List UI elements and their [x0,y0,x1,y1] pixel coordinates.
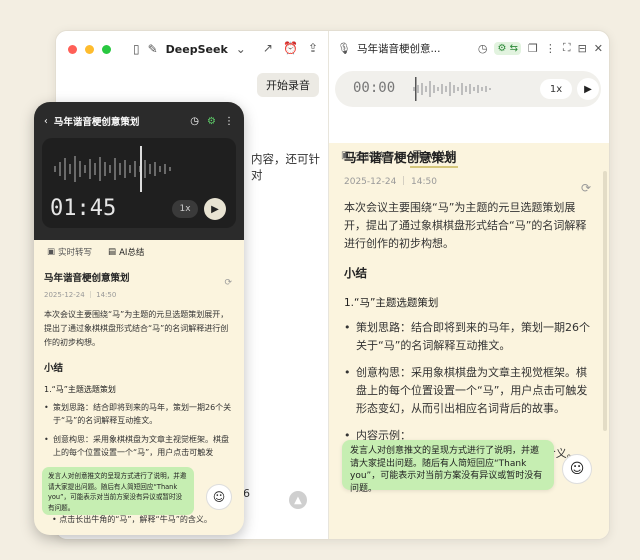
back-icon[interactable]: ‹ [44,116,48,127]
transcript-icon: ▣ [47,247,56,257]
phone-screen: ‹ 马年谐音梗创意策划 ◷ ⚙ ⋮ 01:45 1x ▶ ▣ 实时转写 ▤ AI… [34,102,244,535]
more-icon[interactable]: ⋮ [224,116,234,127]
assistant-avatar-icon[interactable]: ☺ [562,454,592,484]
speaker-summary-tooltip: 发言人对创意推文的呈现方式进行了说明，并邀请大家提出问题。随后有人简短回应“Th… [342,440,554,494]
list-item: 创意构思：采用象棋棋盘为文章主视觉框架。棋盘上的每个位置设置一个“马”，用户点击… [44,433,234,459]
phone-player: 01:45 1x ▶ [42,138,236,228]
list-item: 创意构思：采用象棋棋盘为文章主视觉框架。棋盘上的每个位置设置一个“马”，用户点击… [344,364,596,418]
new-chat-icon[interactable]: ✎ [148,42,158,56]
recording-actions: ◷ ⚙ ⇆ ❐ ⋮ ⛶ ⊟ ✕ [478,41,603,55]
share-icon[interactable]: ↗ [263,41,273,55]
phone-header: ‹ 马年谐音梗创意策划 ◷ ⚙ ⋮ 01:45 1x ▶ [34,102,244,240]
phone-summary-content: 马年谐音梗创意策划 2025-12-24 ｜ 14:50 本次会议主要围绕“马”… [44,270,234,459]
microphone-icon: 🎙 [337,41,351,55]
close-window-button[interactable] [68,44,77,54]
input-tail-text: 6 [243,487,250,500]
phone-summary-title: 马年谐音梗创意策划 [44,273,130,284]
start-recording-button[interactable]: 开始录音 [257,73,319,97]
timer-icon[interactable]: ◷ [478,42,488,55]
waveform[interactable] [413,77,523,101]
summary-meta: 2025-12-24 ｜ 14:50 [344,177,437,187]
arrow-up-icon[interactable]: ▲ [289,491,307,509]
more-icon[interactable]: ⋮ [545,42,556,55]
phone-speed-button[interactable]: 1x [172,200,198,218]
fullscreen-icon[interactable]: ⛶ [563,41,571,55]
recording-topbar: 🎙 马年谐音梗创意... ◷ ⚙ ⇆ ❐ ⋮ ⛶ ⊟ ✕ [329,31,609,65]
scrollbar[interactable] [603,171,607,431]
phone-summary-meta: 2025-12-24 ｜ 14:50 [44,291,117,299]
close-icon[interactable]: ✕ [594,42,603,55]
phone-waveform[interactable] [50,146,228,192]
window-icon[interactable]: ⊟ [578,42,587,55]
list-item: 策划思路：结合即将到来的马年，策划一期26个关于“马”的名词解释互动推文。 [344,319,596,355]
phone-tab-ai-summary[interactable]: ▤ AI总结 [103,244,150,260]
phone-section-heading: 小结 [44,363,64,374]
doc-icon: ▤ [108,247,117,257]
chevron-down-icon[interactable]: ⌄ [236,42,246,56]
phone-subsection-heading: 1.“马”主题选题策划 [44,385,116,394]
app-title[interactable]: DeepSeek [166,43,228,56]
export-icon[interactable]: ⇪ [308,41,318,55]
phone-tab-transcript[interactable]: ▣ 实时转写 [42,244,97,260]
play-icon[interactable]: ▶ [204,198,226,220]
speed-button[interactable]: 1x [540,79,572,99]
subsection-heading: 1.“马”主题选题策划 [344,297,439,309]
assistant-avatar-icon[interactable]: ☺ [206,484,232,510]
phone-tabs: ▣ 实时转写 ▤ AI总结 [42,244,150,260]
list-item: 策划思路：结合即将到来的马年，策划一期26个关于“马”的名词解释互动推文。 [44,401,234,427]
timer-icon[interactable]: ◷ [190,116,199,127]
phone-summary-paragraph: 本次会议主要围绕“马”为主题的元旦选题策划展开，提出了通过象棋棋盘形式结合“马”… [44,310,229,347]
summary-content: 马年谐音梗创意策划 2025-12-24 ｜ 14:50 本次会议主要围绕“马”… [344,143,596,481]
section-heading: 小结 [344,266,367,280]
alarm-icon[interactable]: ⏰ [283,41,298,55]
phone-title: 马年谐音梗创意策划 [53,117,140,128]
phone-speaker-summary-tooltip: 发言人对创意推文的呈现方式进行了说明，并邀请大家提出问题。随后有人简短回应“Th… [42,467,194,515]
copy-icon[interactable]: ❐ [528,42,538,55]
phone-tab-transcript-label: 实时转写 [58,248,93,258]
summary-paragraph: 本次会议主要围绕“马”为主题的元旦选题策划展开，提出了通过象棋棋盘形式结合“马”… [344,201,587,250]
player-bar: 00:00 1x ▶ [335,71,601,107]
phone-tab-ai-summary-label: AI总结 [119,248,145,258]
audio-player: 00:00 1x ▶ ▣ 实时转写 ▤ AI总结 [329,65,609,168]
playback-time: 00:00 [353,80,396,96]
summary-title: 马年谐音梗创意策划 [344,150,457,165]
left-toolbar-actions: ↗ ⏰ ⇪ [263,41,318,55]
phone-topbar: ‹ 马年谐音梗创意策划 ◷ ⚙ ⋮ [44,114,234,129]
sidebar-toggle-icon[interactable]: ▯ [133,42,140,56]
chat-text-snippet: 内容，还可针对 [251,152,320,182]
play-icon[interactable]: ▶ [577,78,599,100]
phone-list-tail: • 点击长出牛角的“马”，解释“牛马”的含义。 [52,515,212,524]
settings-icon[interactable]: ⚙ ⇆ [494,41,521,55]
phone-actions: ◷ ⚙ ⋮ [190,116,234,127]
settings-icon[interactable]: ⚙ [207,116,216,127]
phone-playback-time: 01:45 [50,196,117,221]
recording-title: 马年谐音梗创意... [356,42,441,55]
zoom-window-button[interactable] [102,44,111,54]
minimize-window-button[interactable] [85,44,94,54]
